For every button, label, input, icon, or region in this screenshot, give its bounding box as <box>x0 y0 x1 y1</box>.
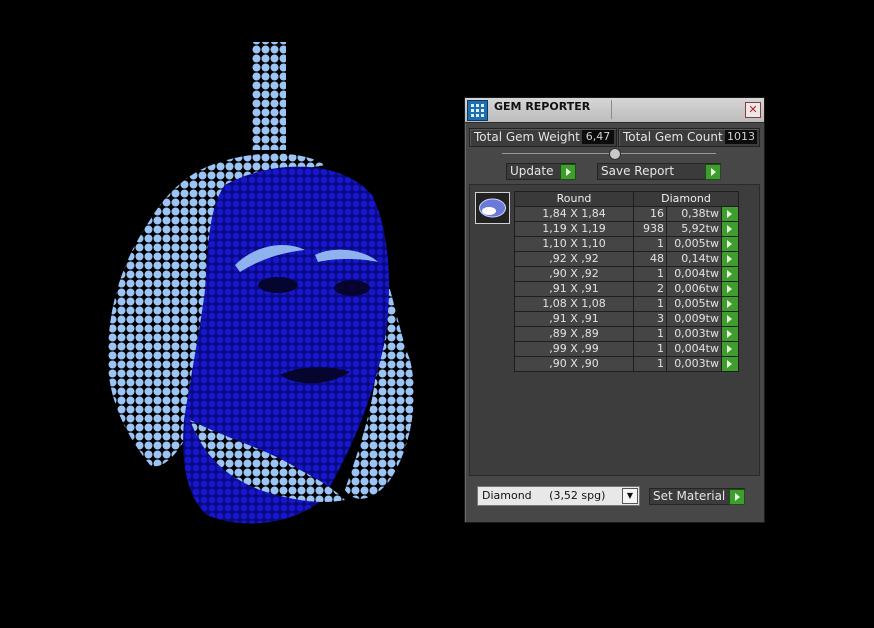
total-gem-weight-label: Total Gem Weight <box>474 130 580 144</box>
total-gem-count-value: 1013 <box>725 130 757 144</box>
gem-count-cell: 1 <box>633 236 667 252</box>
gem-reporter-panel: GEM REPORTER ✕ Total Gem Weight 6,47 Tot… <box>464 97 765 523</box>
gem-size-cell: ,89 X ,89 <box>514 326 634 342</box>
close-icon[interactable]: ✕ <box>745 102 761 118</box>
gem-size-cell: ,91 X ,91 <box>514 281 634 297</box>
table-row[interactable]: ,91 X ,91 3 0,009tw <box>514 311 739 327</box>
gem-count-cell: 1 <box>633 341 667 357</box>
gem-table: Round Diamond 1,84 X 1,84 16 0,38tw 1,19 X … <box>514 191 739 372</box>
gem-weight-cell: 0,006tw <box>666 281 722 297</box>
table-row[interactable]: ,90 X ,92 1 0,004tw <box>514 266 739 282</box>
save-report-button-label: Save Report <box>601 164 675 178</box>
slider-knob[interactable] <box>609 148 621 160</box>
gem-count-cell: 16 <box>633 206 667 222</box>
update-button[interactable]: Update <box>506 163 576 180</box>
gem-weight-cell: 5,92tw <box>666 221 722 237</box>
gem-size-cell: 1,08 X 1,08 <box>514 296 634 312</box>
table-row[interactable]: ,90 X ,90 1 0,003tw <box>514 356 739 372</box>
go-arrow-icon[interactable] <box>721 311 739 327</box>
gem-weight-cell: 0,38tw <box>666 206 722 222</box>
title-divider <box>611 100 612 119</box>
gem-size-cell: ,92 X ,92 <box>514 251 634 267</box>
gem-size-cell: 1,10 X 1,10 <box>514 236 634 252</box>
gem-count-cell: 1 <box>633 356 667 372</box>
go-arrow-icon[interactable] <box>721 251 739 267</box>
go-arrow-icon[interactable] <box>721 296 739 312</box>
column-header-shape[interactable]: Round <box>514 191 634 207</box>
gem-count-cell: 938 <box>633 221 667 237</box>
gem-size-cell: 1,19 X 1,19 <box>514 221 634 237</box>
set-material-button[interactable]: Set Material <box>649 488 745 505</box>
panel-titlebar[interactable]: GEM REPORTER ✕ <box>465 98 764 123</box>
material-select-value: Diamond (3,52 spg) <box>482 489 606 502</box>
gem-table-body: 1,84 X 1,84 16 0,38tw 1,19 X 1,19 938 5,92tw 1… <box>514 206 739 372</box>
gem-weight-cell: 0,005tw <box>666 236 722 252</box>
gem-size-cell: ,90 X ,90 <box>514 356 634 372</box>
gem-weight-cell: 0,003tw <box>666 326 722 342</box>
table-row[interactable]: 1,10 X 1,10 1 0,005tw <box>514 236 739 252</box>
go-arrow-icon[interactable] <box>721 221 739 237</box>
go-arrow-icon[interactable] <box>721 341 739 357</box>
gem-size-cell: ,91 X ,91 <box>514 311 634 327</box>
go-arrow-icon <box>729 489 745 505</box>
table-row[interactable]: ,89 X ,89 1 0,003tw <box>514 326 739 342</box>
total-gem-count-label: Total Gem Count <box>623 130 723 144</box>
gem-weight-cell: 0,14tw <box>666 251 722 267</box>
gem-size-cell: ,99 X ,99 <box>514 341 634 357</box>
gem-weight-cell: 0,009tw <box>666 311 722 327</box>
go-arrow-icon <box>705 164 721 180</box>
total-gem-count-box: Total Gem Count 1013 <box>618 128 760 147</box>
gem-weight-cell: 0,005tw <box>666 296 722 312</box>
round-gem-icon[interactable] <box>475 192 510 224</box>
table-row[interactable]: 1,84 X 1,84 16 0,38tw <box>514 206 739 222</box>
gem-size-cell: 1,84 X 1,84 <box>514 206 634 222</box>
go-arrow-icon[interactable] <box>721 326 739 342</box>
total-gem-weight-value: 6,47 <box>582 130 614 144</box>
go-arrow-icon[interactable] <box>721 356 739 372</box>
gem-count-cell: 1 <box>633 266 667 282</box>
dropdown-arrow-icon[interactable]: ▼ <box>622 488 638 504</box>
gem-weight-cell: 0,003tw <box>666 356 722 372</box>
go-arrow-icon <box>560 164 576 180</box>
gem-count-cell: 48 <box>633 251 667 267</box>
gem-reporter-app-icon <box>467 100 488 121</box>
panel-title: GEM REPORTER <box>494 100 591 113</box>
total-gem-weight-box: Total Gem Weight 6,47 <box>469 128 617 147</box>
gem-weight-cell: 0,004tw <box>666 266 722 282</box>
go-arrow-icon[interactable] <box>721 236 739 252</box>
go-arrow-icon[interactable] <box>721 206 739 222</box>
material-select[interactable]: Diamond (3,52 spg) ▼ <box>477 486 640 506</box>
gem-weight-cell: 0,004tw <box>666 341 722 357</box>
save-report-button[interactable]: Save Report <box>597 163 721 180</box>
gem-list-area: Round Diamond 1,84 X 1,84 16 0,38tw 1,19 X … <box>469 184 760 476</box>
column-header-material[interactable]: Diamond <box>633 191 739 207</box>
gem-size-cell: ,90 X ,92 <box>514 266 634 282</box>
go-arrow-icon[interactable] <box>721 266 739 282</box>
table-row[interactable]: ,91 X ,91 2 0,006tw <box>514 281 739 297</box>
bail-gems <box>252 42 286 150</box>
gem-count-cell: 1 <box>633 296 667 312</box>
gem-count-cell: 1 <box>633 326 667 342</box>
table-row[interactable]: 1,08 X 1,08 1 0,005tw <box>514 296 739 312</box>
update-button-label: Update <box>510 164 554 178</box>
gem-count-cell: 2 <box>633 281 667 297</box>
table-row[interactable]: ,92 X ,92 48 0,14tw <box>514 251 739 267</box>
table-row[interactable]: ,99 X ,99 1 0,004tw <box>514 341 739 357</box>
go-arrow-icon[interactable] <box>721 281 739 297</box>
table-row[interactable]: 1,19 X 1,19 938 5,92tw <box>514 221 739 237</box>
set-material-button-label: Set Material <box>653 489 726 503</box>
gem-count-cell: 3 <box>633 311 667 327</box>
